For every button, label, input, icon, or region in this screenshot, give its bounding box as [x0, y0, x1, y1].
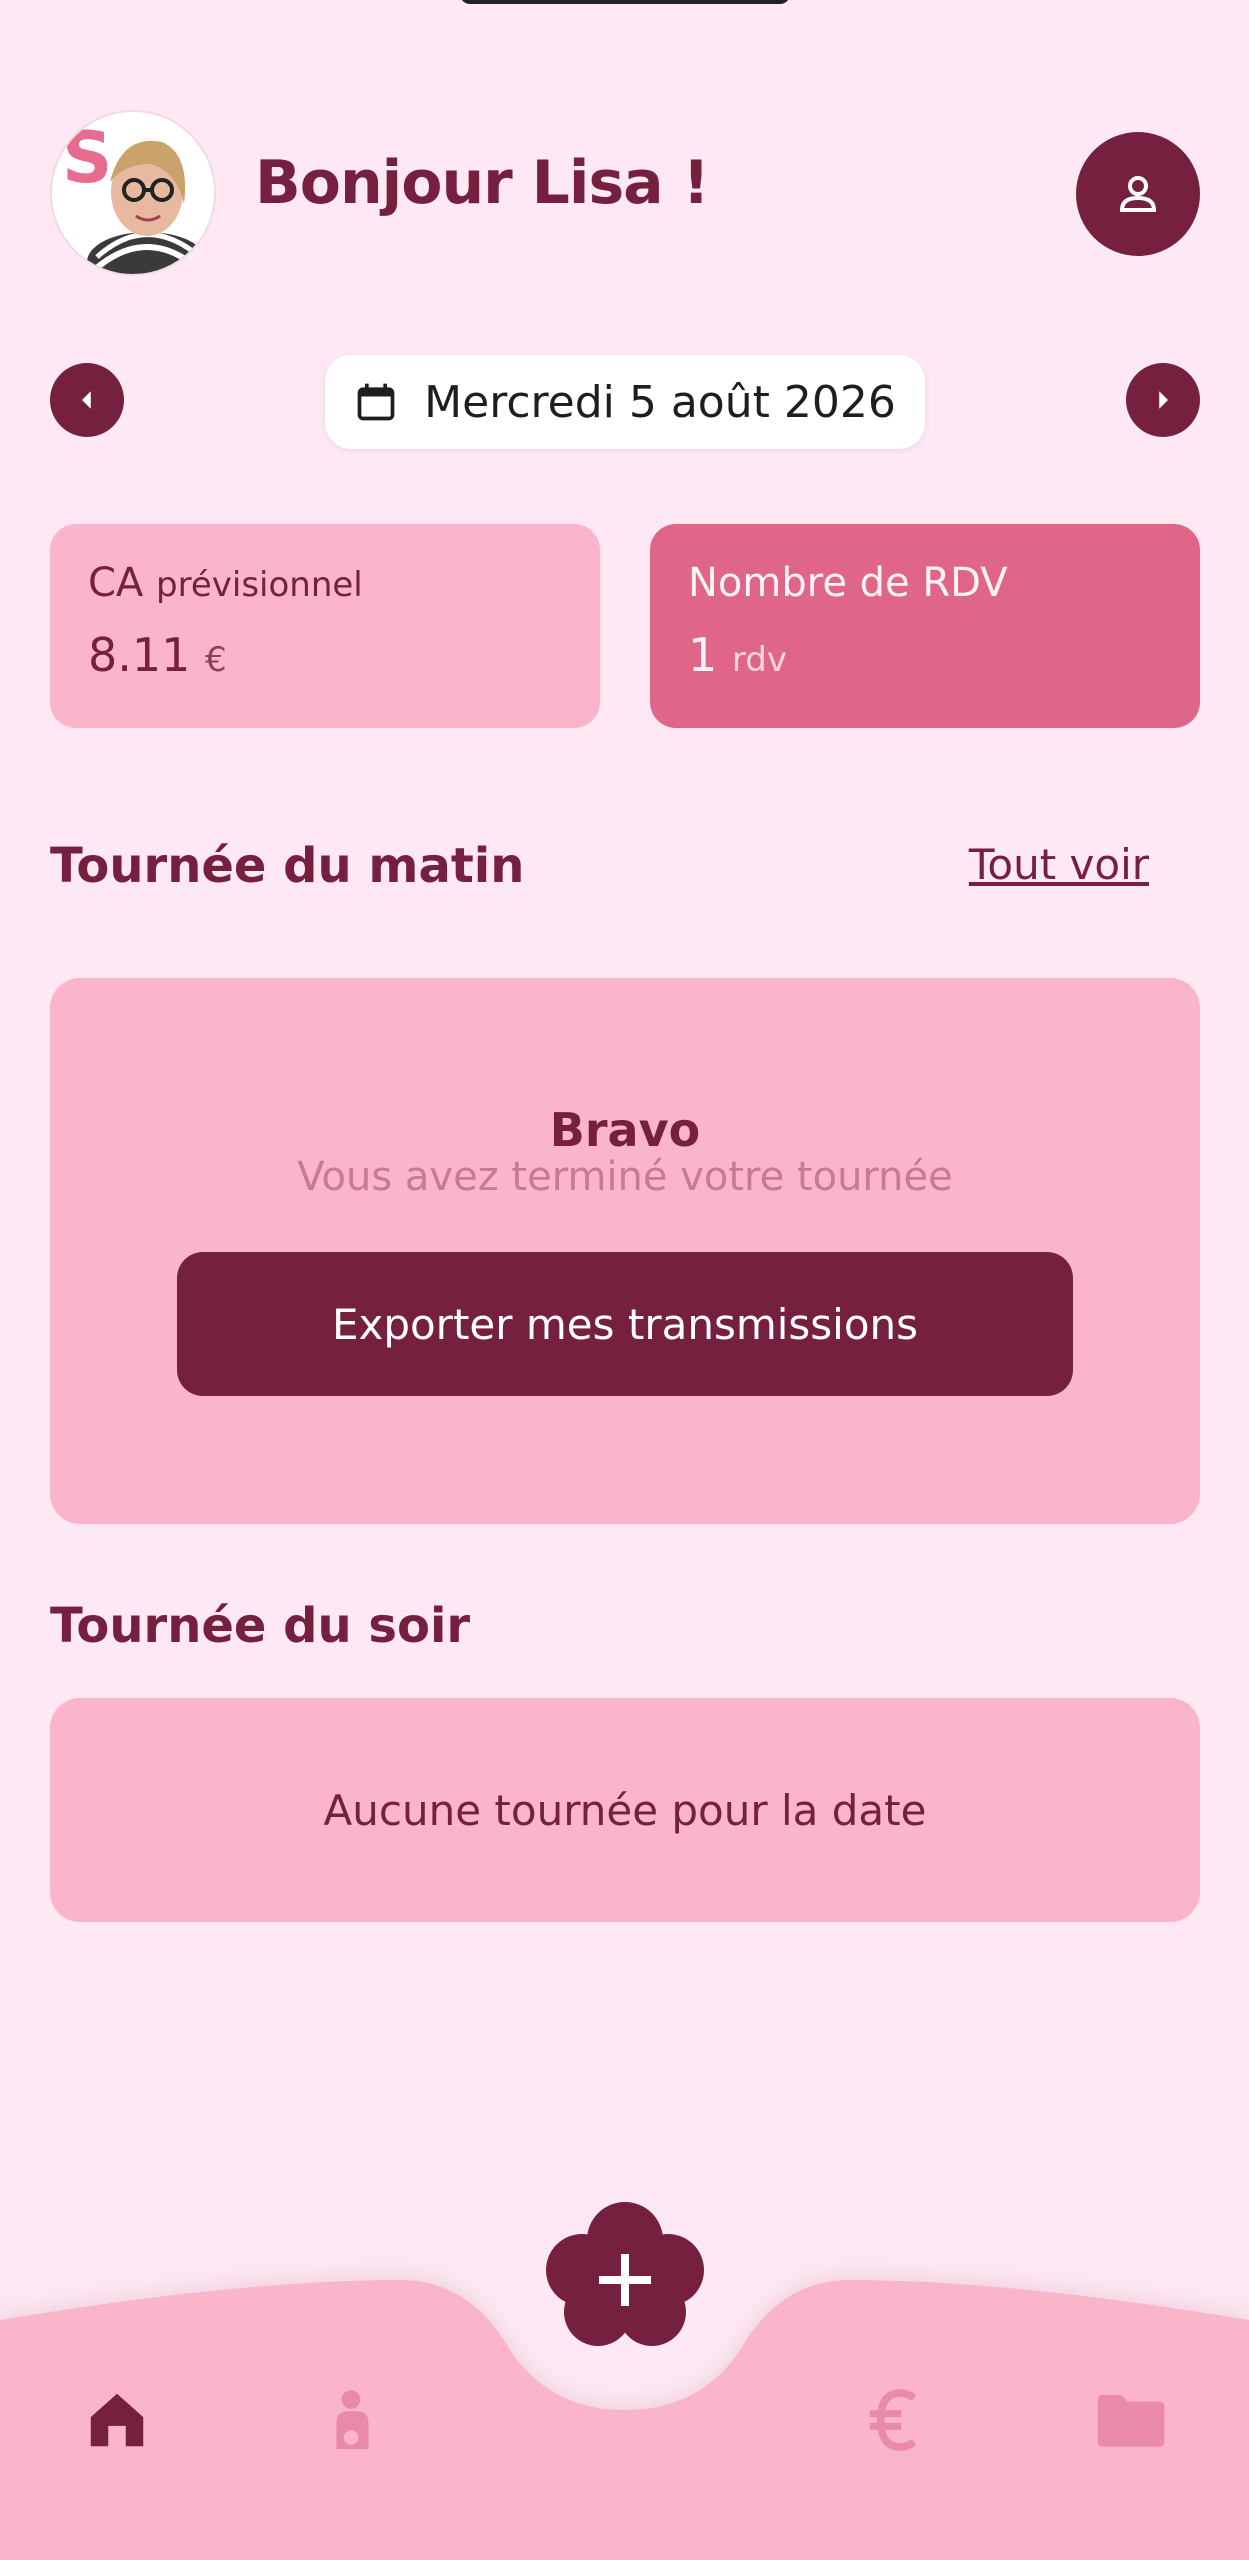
evening-section-title: Tournée du soir: [50, 1598, 471, 1654]
chevron-left-icon: [82, 391, 91, 409]
user-icon: [1119, 176, 1157, 212]
ca-stat-value: 8.11 €: [88, 628, 562, 682]
ca-title-main: CA: [88, 560, 144, 606]
ca-value: 8.11: [88, 628, 191, 682]
ca-stat-card: CA prévisionnel 8.11 €: [50, 524, 600, 728]
avatar[interactable]: S: [50, 110, 216, 276]
ca-title-small: prévisionnel: [156, 565, 363, 605]
add-button[interactable]: [540, 2200, 710, 2350]
next-day-button[interactable]: [1126, 363, 1200, 437]
header: S Bonjour Lisa !: [50, 110, 1200, 280]
greeting-title: Bonjour Lisa !: [255, 148, 710, 218]
morning-round-card: Bravo Vous avez terminé votre tournée Ex…: [50, 978, 1200, 1524]
nav-patients[interactable]: [306, 2375, 396, 2465]
chevron-right-icon: [1159, 391, 1168, 409]
evening-empty-text: Aucune tournée pour la date: [323, 1785, 927, 1835]
date-picker[interactable]: Mercredi 5 août 2026: [325, 355, 925, 449]
current-date: Mercredi 5 août 2026: [424, 376, 896, 428]
rdv-unit: rdv: [731, 640, 787, 680]
calendar-icon: [357, 383, 395, 421]
bravo-title: Bravo: [549, 1103, 701, 1157]
ca-unit: €: [205, 640, 227, 680]
previous-day-button[interactable]: [50, 363, 124, 437]
home-icon: [90, 2393, 144, 2447]
rdv-stat-card: Nombre de RDV 1 rdv: [650, 524, 1200, 728]
folder-icon: [1097, 2395, 1165, 2447]
rdv-stat-value: 1 rdv: [688, 628, 1162, 682]
ca-stat-title: CA prévisionnel: [88, 560, 562, 606]
see-all-link[interactable]: Tout voir: [969, 840, 1149, 889]
morning-section-title: Tournée du matin: [50, 838, 525, 894]
evening-round-card: Aucune tournée pour la date: [50, 1698, 1200, 1922]
svg-text:S: S: [62, 117, 112, 199]
patient-icon: [336, 2390, 369, 2450]
flower-plus-icon: [546, 2202, 704, 2346]
profile-button[interactable]: [1076, 132, 1200, 256]
nav-billing[interactable]: [850, 2375, 940, 2465]
bravo-subtitle: Vous avez terminé votre tournée: [297, 1154, 953, 1200]
nav-documents[interactable]: [1086, 2375, 1176, 2465]
export-transmissions-button[interactable]: Exporter mes transmissions: [177, 1252, 1073, 1396]
date-navigator: Mercredi 5 août 2026: [50, 355, 1200, 455]
euro-icon: [869, 2389, 917, 2451]
device-notch: [460, 0, 790, 4]
nav-home[interactable]: [72, 2375, 162, 2465]
rdv-stat-title: Nombre de RDV: [688, 560, 1008, 606]
rdv-value: 1: [688, 628, 718, 682]
